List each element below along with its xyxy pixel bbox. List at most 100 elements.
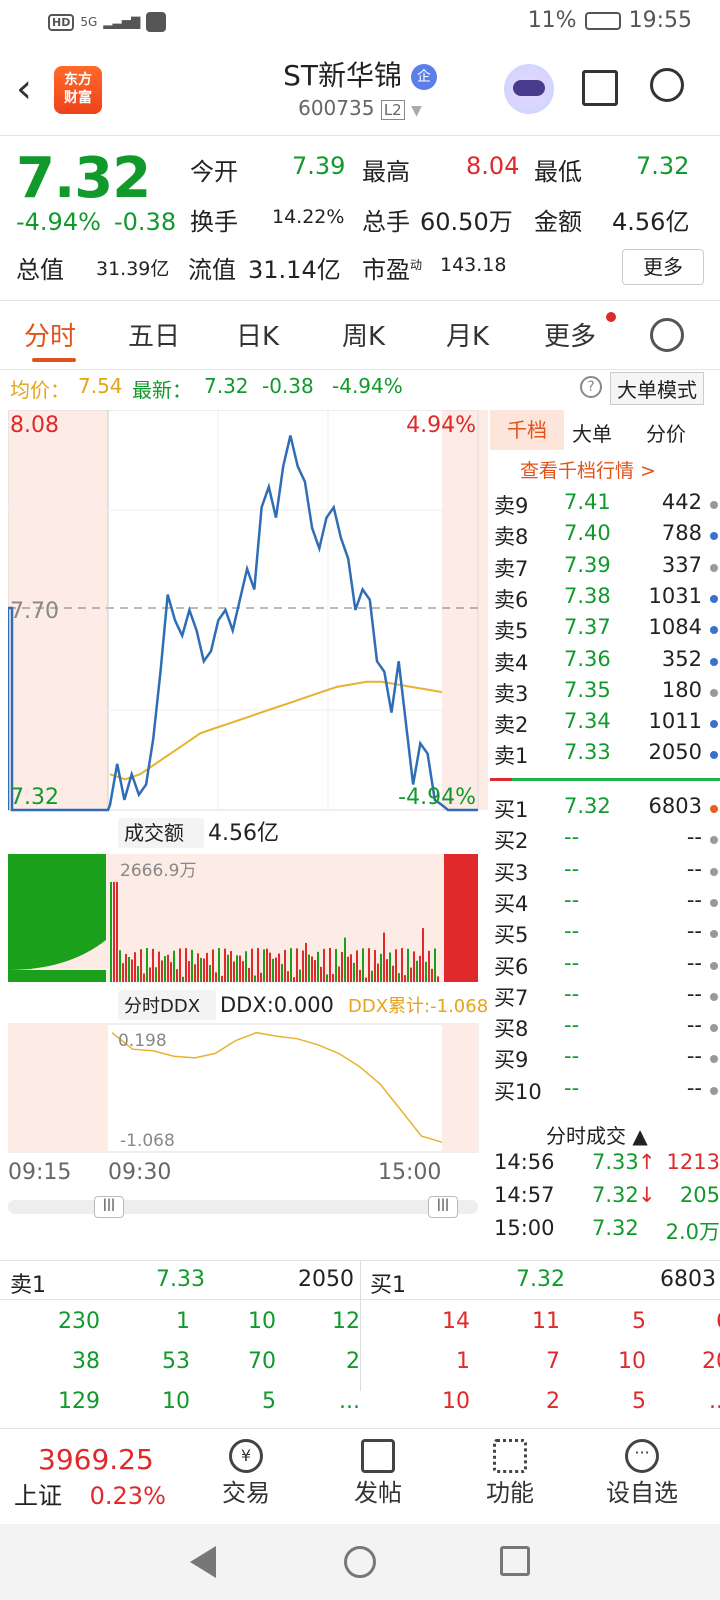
trade-row: 14:56 7.33 ↑ 1213 <box>494 1150 720 1174</box>
volume-bar <box>194 964 196 982</box>
volume-bar <box>395 949 397 982</box>
book-volume: 1084 <box>648 615 702 640</box>
volume-bar <box>329 948 331 982</box>
book-volume: 352 <box>661 646 702 671</box>
back-triangle-icon[interactable] <box>190 1546 216 1578</box>
index-pct: 0.23% <box>89 1482 166 1510</box>
volume-bar <box>380 953 382 982</box>
view-levels-link[interactable]: 查看千档行情 > <box>520 456 656 483</box>
last-price: 7.32 <box>16 146 151 211</box>
y-top-label: 8.08 <box>10 413 59 438</box>
tab-monthly[interactable]: 月K <box>446 316 489 353</box>
book-level: 买3 <box>494 860 529 885</box>
book-row[interactable]: 卖6 7.38 1031 <box>494 584 720 615</box>
tick-trades[interactable]: 分时成交 ▲ 14:56 7.33 ↑ 1213 14:57 7.32 ↓ 205 15:00 7… <box>490 1120 720 1250</box>
book-row[interactable]: 卖3 7.35 180 <box>494 678 720 709</box>
volume-max-label: 2666.9万 <box>120 861 196 881</box>
ddx-top-label: 0.198 <box>118 1031 167 1051</box>
intraday-chart[interactable]: 8.08 7.70 7.32 4.94% -4.94% 成交额 4.56亿 26… <box>6 409 488 1218</box>
volume-bar <box>407 948 409 982</box>
book-level: 买1 <box>494 798 529 822</box>
book-row[interactable]: 买3 -- -- <box>494 857 720 888</box>
recents-square-icon[interactable] <box>500 1546 530 1576</box>
book-row[interactable]: 卖4 7.36 352 <box>494 647 720 678</box>
help-icon[interactable]: ? <box>580 376 602 398</box>
volume-bar <box>422 928 424 982</box>
book-row[interactable]: 买9 -- -- <box>494 1044 720 1075</box>
queue-sell-volume: 2050 <box>298 1267 354 1292</box>
level-dot <box>710 751 718 760</box>
level-dot <box>710 563 718 572</box>
quote-panel: 7.32 -4.94% -0.38 今开 7.39 最高 8.04 最低 7.3… <box>0 136 720 301</box>
volume-bar <box>371 970 373 982</box>
home-circle-icon[interactable] <box>344 1546 376 1578</box>
book-level: 卖8 <box>494 525 529 550</box>
book-price: 7.37 <box>564 615 611 640</box>
tab-big-orders[interactable]: 大单 <box>572 418 612 447</box>
tab-5day[interactable]: 五日 <box>128 316 180 353</box>
volume-bar <box>419 955 421 982</box>
book-row[interactable]: 卖2 7.34 1011 <box>494 709 720 740</box>
nav-trade[interactable]: ¥ 交易 <box>196 1439 296 1508</box>
tab-more[interactable]: 更多 <box>544 316 596 353</box>
level-dot <box>710 867 718 876</box>
book-row[interactable]: 买2 -- -- <box>494 825 720 856</box>
book-row[interactable]: 卖5 7.37 1084 <box>494 615 720 646</box>
volume-bar <box>149 967 151 982</box>
volume-bar <box>338 966 340 982</box>
book-row[interactable]: 买5 -- -- <box>494 919 720 950</box>
range-scrollbar[interactable] <box>8 1200 478 1214</box>
tab-weekly[interactable]: 周K <box>342 316 385 353</box>
book-row[interactable]: 卖9 7.41 442 <box>494 490 720 521</box>
tab-price-dist[interactable]: 分价 <box>646 418 686 447</box>
bottom-nav: 3969.25 上证 0.23% ¥ 交易 发帖 功能 ··· 设自选 <box>0 1428 720 1524</box>
volume-bar <box>233 961 235 982</box>
book-row[interactable]: 卖1 7.33 2050 <box>494 740 720 771</box>
volume-bar <box>257 948 259 982</box>
book-price: 7.33 <box>564 740 611 765</box>
book-level: 卖7 <box>494 556 529 581</box>
volume-bar <box>173 950 175 982</box>
book-row[interactable]: 卖7 7.39 337 <box>494 553 720 584</box>
robot-assistant-icon[interactable] <box>504 64 554 114</box>
settings-gear-icon[interactable] <box>650 318 684 352</box>
book-volume: 1031 <box>648 583 702 608</box>
index-name: 上证 <box>14 1482 62 1510</box>
nav-functions[interactable]: 功能 <box>460 1439 560 1508</box>
search-icon[interactable] <box>650 68 684 102</box>
tab-daily[interactable]: 日K <box>236 316 279 353</box>
range-handle-left[interactable]: ||| <box>94 1196 124 1218</box>
turnover-label[interactable]: 换手 <box>190 202 238 237</box>
book-price: 7.35 <box>564 677 611 702</box>
intraday-chart-svg[interactable]: 8.08 7.70 7.32 4.94% -4.94% 成交额 4.56亿 26… <box>6 409 488 1170</box>
post-edit-icon <box>361 1439 395 1473</box>
share-icon[interactable] <box>582 70 618 106</box>
volume-bar <box>239 955 241 982</box>
book-row[interactable]: 买6 -- -- <box>494 951 720 982</box>
range-handle-right[interactable]: ||| <box>428 1196 458 1218</box>
book-price: -- <box>564 919 580 944</box>
book-row[interactable]: 买7 -- -- <box>494 982 720 1013</box>
book-row[interactable]: 买8 -- -- <box>494 1013 720 1044</box>
stock-header: ‹ 东方 财富 ST新华锦 企 600735 L2 ▼ <box>0 44 720 136</box>
mcap-label[interactable]: 总值 <box>16 250 64 285</box>
book-row[interactable]: 买10 -- -- <box>494 1076 720 1107</box>
book-row[interactable]: 买4 -- -- <box>494 888 720 919</box>
tab-intraday[interactable]: 分时 <box>24 316 76 353</box>
volume-bar <box>137 966 139 982</box>
tab-thousand-levels[interactable]: 千档 <box>490 410 564 450</box>
nav-post[interactable]: 发帖 <box>328 1439 428 1508</box>
volume-bar <box>125 954 127 982</box>
nav-add-watchlist[interactable]: ··· 设自选 <box>592 1439 692 1508</box>
big-order-mode-button[interactable]: 大单模式 <box>610 372 704 405</box>
book-row[interactable]: 买1 7.32 6803 <box>494 794 720 825</box>
index-ticker[interactable]: 3969.25 上证 0.23% <box>14 1443 194 1511</box>
book-volume: -- <box>686 1075 702 1100</box>
book-row[interactable]: 卖8 7.40 788 <box>494 521 720 552</box>
volume-bar <box>227 954 229 982</box>
book-price: -- <box>564 1044 580 1069</box>
queue-buy-cell: 14 <box>442 1309 470 1334</box>
more-button[interactable]: 更多 <box>622 249 704 285</box>
app-notification-icon <box>146 12 167 32</box>
pe-label[interactable]: 市盈动 <box>362 250 422 285</box>
